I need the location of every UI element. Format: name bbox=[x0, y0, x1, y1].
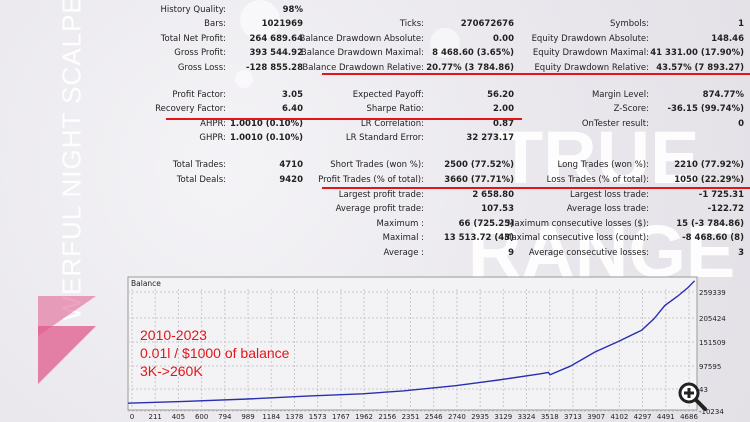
y-tick-label: 151509 bbox=[699, 339, 726, 347]
chart-title: Balance bbox=[131, 279, 161, 288]
x-tick-label: 211 bbox=[149, 413, 162, 421]
x-tick-label: 1573 bbox=[309, 413, 327, 421]
balance-chart: Balance 0 211 405 600 794 989 1184 1378 1573 1767 1… bbox=[127, 276, 726, 421]
y-tick-label: 259339 bbox=[699, 289, 726, 297]
x-tick-label: 2935 bbox=[471, 413, 489, 421]
x-tick-label: 3324 bbox=[518, 413, 536, 421]
x-tick-label: 1378 bbox=[286, 413, 304, 421]
annotation-period: 2010-2023 bbox=[140, 327, 207, 343]
x-tick-label: 2351 bbox=[402, 413, 420, 421]
x-tick-label: 1767 bbox=[332, 413, 350, 421]
x-tick-label: 3129 bbox=[494, 413, 512, 421]
x-tick-label: 2546 bbox=[425, 413, 443, 421]
x-tick-label: 794 bbox=[218, 413, 232, 421]
x-tick-label: 3907 bbox=[587, 413, 605, 421]
annotation-lot: 0.01l / $1000 of balance bbox=[140, 345, 290, 361]
x-tick-label: 3713 bbox=[564, 413, 582, 421]
x-tick-label: 0 bbox=[130, 413, 134, 421]
annotation: 2010-2023 0.01l / $1000 of balance 3K->2… bbox=[140, 326, 289, 380]
y-tick-label: 97595 bbox=[699, 363, 721, 371]
x-tick-label: 1184 bbox=[262, 413, 280, 421]
x-tick-label: 1962 bbox=[355, 413, 373, 421]
x-tick-label: 2740 bbox=[448, 413, 466, 421]
x-tick-label: 600 bbox=[195, 413, 208, 421]
x-tick-label: 4686 bbox=[680, 413, 698, 421]
y-tick-label: 205424 bbox=[699, 315, 726, 323]
x-tick-label: 4491 bbox=[657, 413, 675, 421]
x-tick-label: 989 bbox=[241, 413, 254, 421]
x-tick-label: 405 bbox=[172, 413, 185, 421]
zoom-in-icon[interactable] bbox=[676, 380, 708, 412]
x-tick-label: 4102 bbox=[610, 413, 628, 421]
x-tick-label: 4297 bbox=[634, 413, 652, 421]
x-tick-label: 3518 bbox=[541, 413, 559, 421]
x-tick-label: 2156 bbox=[378, 413, 396, 421]
annotation-growth: 3K->260K bbox=[140, 363, 203, 379]
